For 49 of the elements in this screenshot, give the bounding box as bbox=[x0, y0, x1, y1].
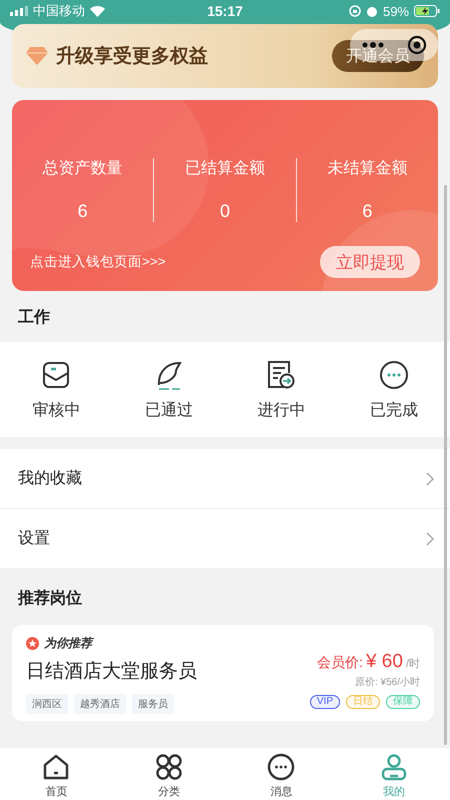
menu-label: 我的收藏 bbox=[18, 468, 82, 489]
stat-label: 已结算金额 bbox=[184, 158, 265, 179]
star-badge-icon bbox=[26, 637, 39, 650]
stat-value: 0 bbox=[220, 201, 230, 222]
message-icon bbox=[266, 752, 296, 782]
stat-label: 总资产数量 bbox=[42, 158, 123, 179]
work-status-item[interactable]: 已通过 bbox=[144, 400, 193, 421]
recommend-label: 为你推荐 bbox=[44, 635, 92, 652]
vip-title: 升级享受更多权益 bbox=[56, 44, 209, 69]
clock-time: 15:17 bbox=[207, 3, 243, 19]
job-label: 日结 bbox=[346, 695, 380, 709]
section-heading: 推荐岗位 bbox=[16, 588, 83, 609]
job-tag: 涧西区 bbox=[26, 694, 68, 714]
work-status-item[interactable]: 审核中 bbox=[32, 400, 80, 421]
chevron-icon bbox=[426, 472, 434, 486]
job-label: VIP bbox=[310, 695, 340, 709]
job-tag: 服务员 bbox=[132, 694, 174, 714]
work-status-item[interactable]: 已完成 bbox=[370, 400, 418, 421]
work-status-item[interactable]: 进行中 bbox=[257, 400, 306, 421]
signal-icon bbox=[10, 6, 28, 16]
battery-icon bbox=[414, 5, 440, 17]
grid-icon bbox=[154, 752, 184, 782]
job-tag: 越秀酒店 bbox=[74, 694, 126, 714]
stat-label: 未结算金额 bbox=[327, 158, 408, 179]
job-card[interactable]: 为你推荐 日结酒店大堂服务员 涧西区 越秀酒店 服务员 会员价:¥ 60/时 原价: ¥56/小时 VIP 日结 保障 bbox=[12, 625, 434, 721]
menu-label: 设置 bbox=[18, 529, 50, 549]
more-circle-icon bbox=[378, 360, 409, 390]
job-title: 日结酒店大堂服务员 bbox=[26, 660, 197, 684]
more-icon[interactable] bbox=[362, 42, 384, 48]
stat-value: 6 bbox=[362, 201, 372, 222]
diamond-icon bbox=[26, 47, 48, 65]
stat-value: 6 bbox=[78, 201, 88, 222]
document-arrow-icon bbox=[266, 359, 296, 391]
job-label: 保障 bbox=[386, 695, 420, 709]
lock-rotation-icon bbox=[348, 5, 361, 17]
chevron-icon bbox=[426, 532, 434, 546]
envelope-icon bbox=[41, 360, 72, 390]
wifi-icon bbox=[90, 6, 105, 16]
original-price: 原价: ¥56/小时 bbox=[354, 676, 420, 689]
tab-item[interactable]: 首页 bbox=[0, 748, 112, 800]
member-price-label: 会员价: bbox=[317, 654, 363, 672]
carrier-name: 中国移动 bbox=[33, 2, 85, 20]
battery-percent: 59% bbox=[382, 4, 409, 18]
menu-row[interactable]: 设置 bbox=[0, 509, 450, 568]
tab-item[interactable]: 分类 bbox=[112, 748, 225, 800]
tab-item[interactable]: 消息 bbox=[225, 748, 338, 800]
member-price: ¥ 60 bbox=[366, 651, 403, 673]
price-unit: /时 bbox=[406, 657, 420, 671]
section-heading: 工作 bbox=[17, 308, 51, 328]
